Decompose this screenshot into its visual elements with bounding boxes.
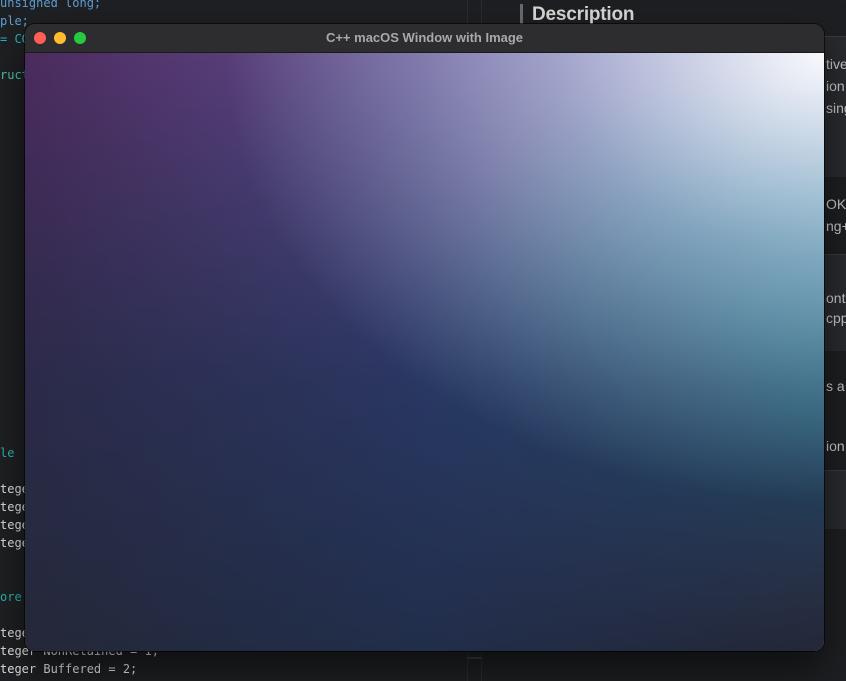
doc-text: ion xyxy=(826,78,845,94)
doc-text: cpp xyxy=(826,310,846,326)
doc-text: ng+ xyxy=(826,218,846,234)
doc-text: s a xyxy=(826,378,845,394)
window-titlebar[interactable]: C++ macOS Window with Image xyxy=(25,24,824,53)
doc-text: tive xyxy=(826,56,846,72)
code-line: teger Buffered = 2; xyxy=(0,662,138,676)
app-window[interactable]: C++ macOS Window with Image xyxy=(25,24,824,651)
doc-title: Description xyxy=(520,4,635,26)
doc-code-block xyxy=(824,470,846,529)
code-line: le xyxy=(0,446,15,460)
doc-text: sing xyxy=(826,100,846,116)
code-line: ore xyxy=(0,590,22,604)
editor-scrollbar[interactable] xyxy=(467,657,481,659)
doc-text: ion xyxy=(826,438,845,454)
doc-text: OK a xyxy=(826,196,846,212)
gradient-image xyxy=(25,53,824,651)
code-line: unsigned long; xyxy=(0,0,102,10)
window-title: C++ macOS Window with Image xyxy=(325,30,524,45)
doc-text: ont xyxy=(826,290,846,306)
